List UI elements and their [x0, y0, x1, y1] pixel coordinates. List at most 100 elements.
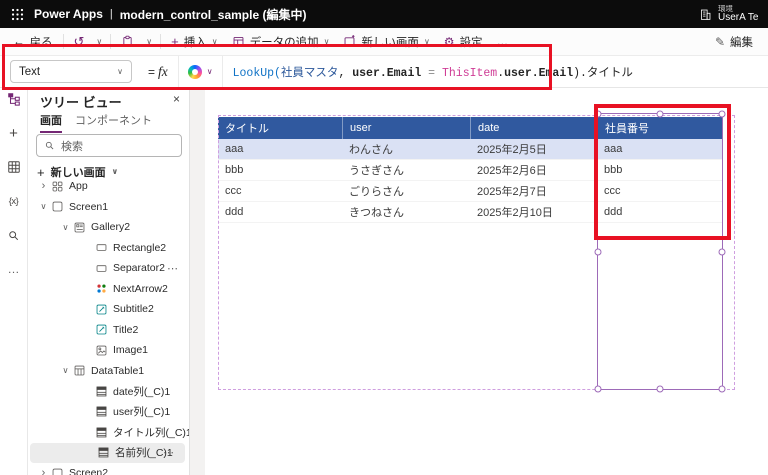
tree-item-screen2[interactable]: › Screen2 [28, 463, 189, 475]
plus-icon: + [171, 34, 179, 49]
search-nav-button[interactable] [3, 224, 25, 246]
search-icon [44, 140, 55, 151]
copilot-button[interactable]: ∨ [177, 56, 223, 87]
tree-item-label: Rectangle2 [113, 241, 167, 254]
tree-item-image1[interactable]: Image1 [28, 340, 189, 361]
data-table-control[interactable]: タイトル user date 社員番号 aaa わんさん 2025年2月5日 aaa bbb う… [218, 117, 723, 223]
resize-handle[interactable] [594, 110, 602, 118]
formula-bar: Text ∨ = fx ∨ LookUp(社員マスタ, user.Email =… [0, 56, 768, 88]
tree-item-datatable1[interactable]: ∨ DataTable1 [28, 361, 189, 382]
tree-item-nextarrow2[interactable]: NextArrow2 [28, 279, 189, 300]
formula-segment: LookUp( [232, 66, 281, 80]
chevron-down-icon: ∨ [117, 66, 123, 76]
undo-icon: ↺ [73, 34, 85, 49]
tree-item-separator2[interactable]: Separator2 ⋯ [28, 258, 189, 279]
table-header-row: タイトル user date 社員番号 [218, 117, 723, 139]
property-selector[interactable]: Text ∨ [10, 60, 132, 83]
new-screen-button[interactable]: 新しい画面 ∨ [336, 30, 436, 54]
chevron-right-icon[interactable]: › [36, 467, 51, 475]
left-rail: + {x} … [0, 88, 28, 475]
settings-label: 設定 [459, 36, 483, 49]
tree-item-タイトル列(_c)1[interactable]: タイトル列(_C)1 [28, 422, 189, 443]
column-header[interactable]: 社員番号 [597, 117, 723, 139]
tree-item-screen1[interactable]: ∨ Screen1 [28, 197, 189, 218]
search-input[interactable]: 検索 [36, 134, 182, 157]
paste-menu-button[interactable]: ∨ [141, 30, 157, 54]
undo-button[interactable]: ↺ [67, 30, 92, 54]
brand-title: Power Apps [34, 7, 103, 21]
tree-item-label: date列(_C)1 [113, 385, 171, 398]
column-icon [97, 446, 115, 459]
resize-handle[interactable] [718, 385, 726, 393]
app-header: Power Apps | modern_control_sample (編集中)… [0, 0, 768, 28]
toolbar-divider [160, 34, 162, 49]
resize-handle[interactable] [594, 248, 602, 255]
resize-handle[interactable] [718, 248, 726, 255]
column-header[interactable]: date [470, 117, 597, 139]
close-icon[interactable]: × [173, 92, 180, 106]
tree-item-label: タイトル列(_C)1 [113, 426, 189, 439]
tree-item-rectangle2[interactable]: Rectangle2 [28, 238, 189, 259]
back-arrow-icon: ← [13, 35, 25, 48]
more-nav-button[interactable]: … [3, 258, 25, 280]
chevron-down-icon[interactable]: ∨ [36, 201, 51, 212]
table-row[interactable]: bbb うさぎさん 2025年2月6日 bbb [218, 160, 723, 181]
back-button[interactable]: ← 戻る [6, 30, 60, 54]
insert-button[interactable]: + 挿入 ∨ [164, 30, 224, 54]
environment-icon [699, 8, 712, 21]
insert-label: 挿入 [183, 36, 207, 49]
table-cell: ccc [604, 185, 621, 197]
screen-icon [51, 200, 69, 213]
tab-components[interactable]: コンポーネント [75, 112, 152, 133]
tree-view-nav-button[interactable] [3, 88, 25, 110]
environment-picker[interactable]: 環境 UserA Te [699, 0, 768, 28]
chevron-down-icon[interactable]: ∨ [58, 222, 73, 233]
canvas-area[interactable]: タイトル user date 社員番号 aaa わんさん 2025年2月5日 aaa bbb う… [190, 88, 768, 475]
tree-item-app[interactable]: › App [28, 176, 189, 197]
tree-item-title2[interactable]: Title2 [28, 320, 189, 341]
datatable-icon [73, 364, 91, 377]
table-cell: bbb [604, 164, 623, 176]
environment-name: UserA Te [718, 11, 759, 23]
column-header[interactable]: タイトル [218, 117, 342, 139]
gallery-icon [73, 221, 91, 234]
more-options-icon[interactable]: ⋯ [167, 262, 179, 275]
table-row[interactable]: aaa わんさん 2025年2月5日 aaa [218, 139, 723, 160]
rectangle-icon [95, 262, 113, 275]
resize-handle[interactable] [656, 110, 664, 118]
table-cell: ごりらさん [349, 186, 404, 198]
table-row[interactable]: ddd きつねさん 2025年2月10日 ddd [218, 202, 723, 223]
chevron-right-icon[interactable]: › [36, 180, 51, 192]
column-icon [95, 426, 113, 439]
tree-item-subtitle2[interactable]: Subtitle2 [28, 299, 189, 320]
tab-screens[interactable]: 画面 [40, 112, 62, 133]
chevron-down-icon[interactable]: ∨ [58, 365, 73, 376]
formula-input[interactable]: LookUp(社員マスタ, user.Email = ThisItem.user… [233, 64, 633, 80]
column-icon [95, 405, 113, 418]
equals-sign: = [148, 64, 156, 79]
waffle-menu-icon[interactable] [0, 0, 34, 28]
column-header[interactable]: user [342, 117, 470, 139]
undo-menu-button[interactable]: ∨ [91, 30, 107, 54]
title-separator: | [109, 8, 113, 20]
paste-button[interactable] [114, 30, 141, 54]
tree-view-panel: ツリー ビュー × 画面 コンポーネント 検索 + 新しい画面 ∨ › App ∨ S… [28, 88, 190, 475]
settings-button[interactable]: ⚙ 設定 [437, 30, 490, 54]
tree-item-gallery2[interactable]: ∨ Gallery2 [28, 217, 189, 238]
resize-handle[interactable] [594, 385, 602, 393]
tree-item-名前列(_c)1[interactable]: 名前列(_C)1 ⋯ [30, 442, 185, 463]
chevron-down-icon: ∨ [96, 36, 103, 46]
resize-handle[interactable] [656, 385, 664, 393]
add-data-button[interactable]: データの追加 ∨ [225, 30, 337, 54]
new-screen-icon [343, 35, 356, 48]
table-row[interactable]: ccc ごりらさん 2025年2月7日 ccc [218, 181, 723, 202]
more-commands-button[interactable]: … [490, 30, 516, 54]
edit-mode-button[interactable]: ✎ 編集 [708, 30, 760, 54]
tree-item-date列(_c)1[interactable]: date列(_C)1 [28, 381, 189, 402]
variables-nav-button[interactable]: {x} [3, 190, 25, 212]
insert-nav-button[interactable]: + [3, 122, 25, 144]
more-options-icon[interactable]: ⋯ [163, 446, 175, 459]
data-nav-button[interactable] [3, 156, 25, 178]
resize-handle[interactable] [718, 110, 726, 118]
tree-item-user列(_c)1[interactable]: user列(_C)1 [28, 402, 189, 423]
